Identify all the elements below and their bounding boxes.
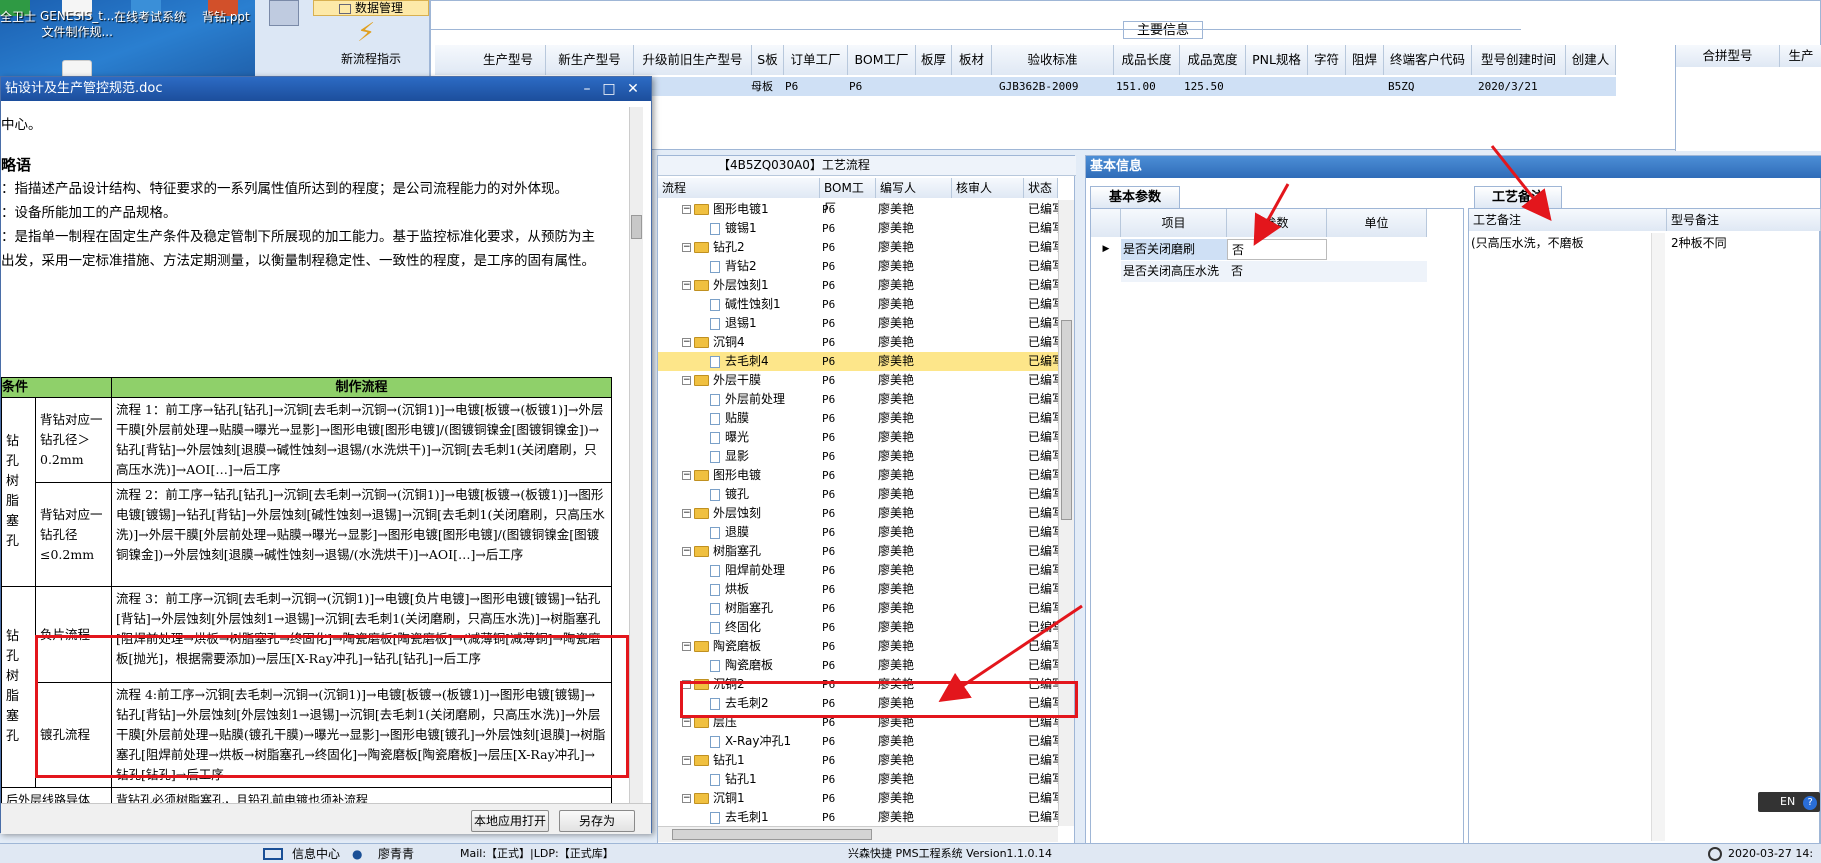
arrow-to-deburr [938,604,1083,703]
arrow-to-param [1253,183,1290,246]
annotation-arrows [938,145,1552,703]
arrow-to-note [1490,145,1552,222]
